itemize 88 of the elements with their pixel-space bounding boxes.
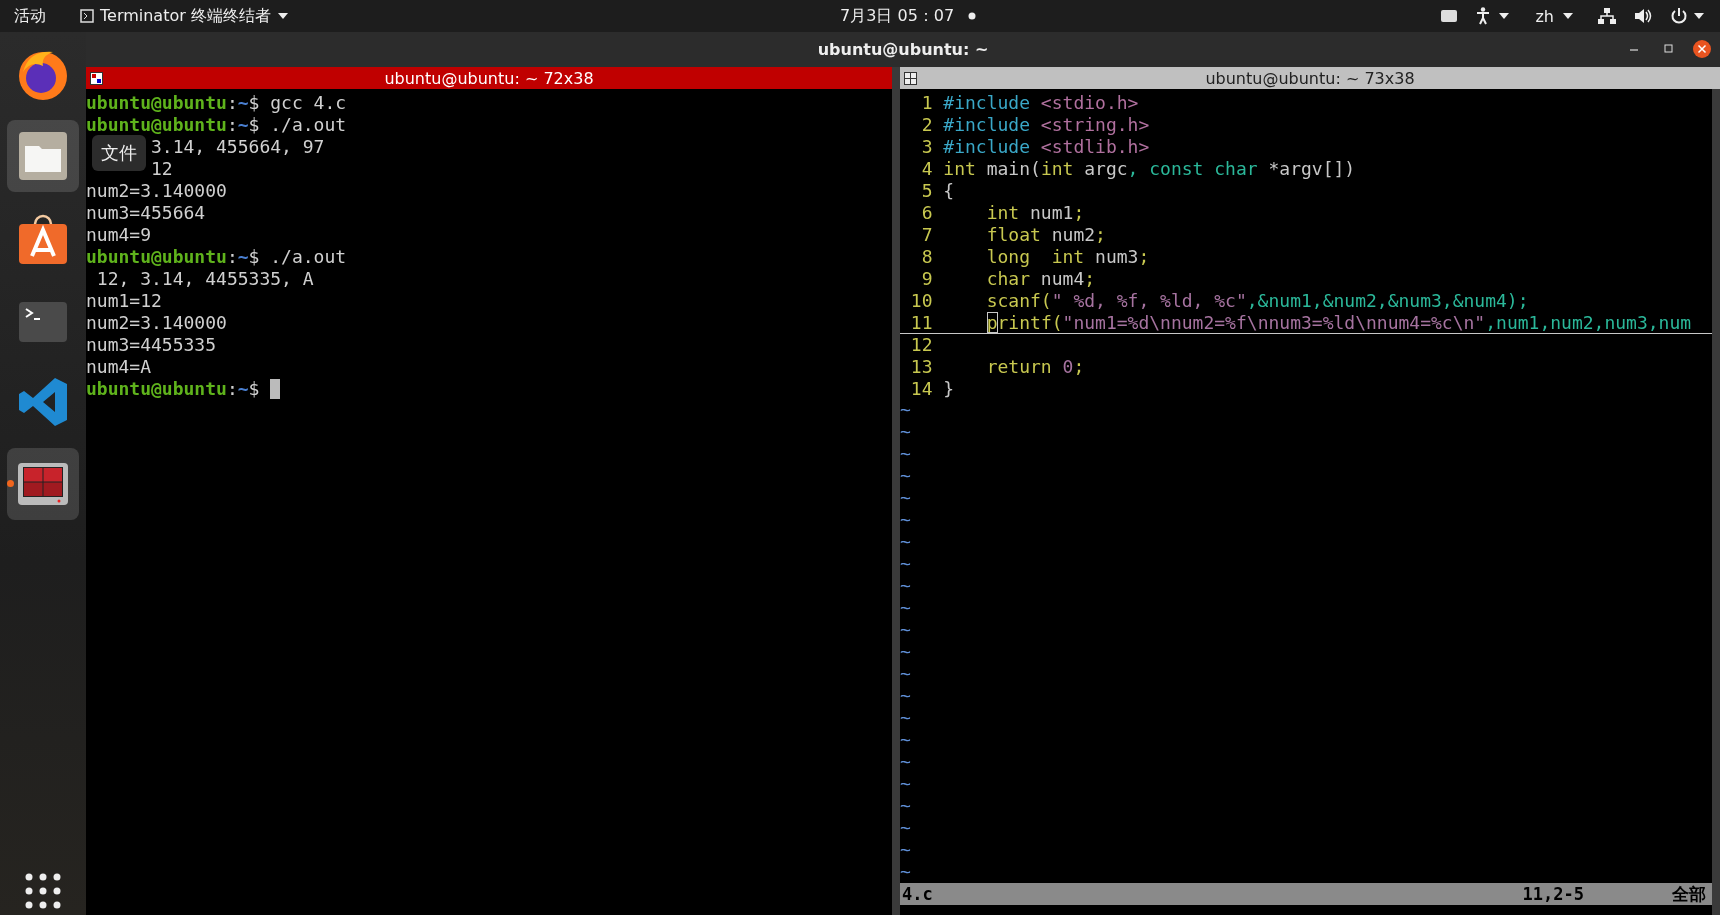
empty-line-marker: ~ bbox=[900, 642, 911, 664]
empty-line-marker: ~ bbox=[900, 554, 911, 576]
empty-line-marker: ~ bbox=[900, 488, 911, 510]
line-number: 11 bbox=[909, 312, 933, 333]
grid-icon[interactable] bbox=[904, 72, 917, 85]
empty-line-marker: ~ bbox=[900, 818, 911, 840]
empty-line-marker: ~ bbox=[900, 510, 911, 532]
activities-button[interactable]: 活动 bbox=[14, 5, 46, 27]
line-number: 14 bbox=[909, 378, 933, 400]
line-number: 1 bbox=[920, 92, 933, 114]
line-number: 7 bbox=[920, 224, 933, 246]
code-line: } bbox=[943, 378, 955, 400]
terminal-line: ubuntu@ubuntu:~$ ./a.out bbox=[86, 246, 347, 268]
volume-icon[interactable] bbox=[1634, 8, 1652, 24]
tooltip: 文件 bbox=[92, 135, 146, 171]
caret-icon bbox=[1562, 12, 1574, 20]
code-line: return 0; bbox=[985, 356, 1085, 378]
empty-line-marker: ~ bbox=[900, 444, 911, 466]
dock-item[interactable] bbox=[7, 448, 79, 520]
terminal-line: 12, 3.14, 4455335, A bbox=[95, 268, 314, 290]
code-line: { bbox=[943, 180, 955, 202]
code-line: int num1; bbox=[985, 202, 1085, 224]
empty-line-marker: ~ bbox=[900, 422, 911, 444]
app-menu[interactable]: Terminator 终端终结者 bbox=[80, 5, 289, 27]
terminal-icon bbox=[80, 9, 94, 23]
code-line: float num2; bbox=[985, 224, 1106, 246]
line-number: 10 bbox=[909, 290, 933, 312]
app-grid-icon[interactable] bbox=[23, 871, 63, 911]
pane-title: ubuntu@ubuntu: ~ 73x38 bbox=[1205, 68, 1415, 88]
terminal-line: num3=455664 bbox=[86, 202, 206, 224]
terminal-line: ubuntu@ubuntu:~$ bbox=[86, 378, 261, 400]
scroll-position: 全部 bbox=[1672, 882, 1706, 906]
pane-title: ubuntu@ubuntu: ~ 72x38 bbox=[384, 68, 594, 88]
line-number: 2 bbox=[920, 114, 933, 136]
accessibility-icon[interactable] bbox=[1475, 7, 1512, 25]
line-number: 5 bbox=[920, 180, 933, 202]
line-number: 12 bbox=[909, 334, 933, 356]
code-line: scanf(" %d, %f, %ld, %c",&num1,&num2,&num3,&num4); bbox=[985, 290, 1529, 312]
grid-icon[interactable] bbox=[90, 72, 103, 85]
empty-line-marker: ~ bbox=[900, 400, 911, 422]
empty-line-marker: ~ bbox=[900, 708, 911, 730]
empty-line-marker: ~ bbox=[900, 686, 911, 708]
line-number: 8 bbox=[920, 246, 933, 268]
dock-item[interactable] bbox=[7, 120, 79, 192]
line-number: 3 bbox=[920, 136, 933, 158]
code-line: char num4; bbox=[985, 268, 1096, 290]
power-icon[interactable] bbox=[1670, 7, 1706, 25]
code-line: long int num3; bbox=[985, 246, 1150, 268]
empty-line-marker: ~ bbox=[900, 664, 911, 686]
terminal-line: 12 bbox=[151, 158, 173, 180]
terminal-line: ubuntu@ubuntu:~$ gcc 4.c bbox=[86, 92, 347, 114]
terminal-line: num3=4455335 bbox=[86, 334, 217, 356]
empty-line-marker: ~ bbox=[900, 774, 911, 796]
language-menu[interactable]: zh bbox=[1529, 6, 1580, 26]
empty-line-marker: ~ bbox=[900, 620, 911, 642]
empty-line-marker: ~ bbox=[900, 576, 911, 598]
empty-line-marker: ~ bbox=[900, 840, 911, 862]
code-line: #include <stdlib.h> bbox=[943, 136, 1150, 158]
empty-line-marker: ~ bbox=[900, 796, 911, 818]
empty-line-marker: ~ bbox=[900, 730, 911, 752]
file-name: 4.c bbox=[902, 884, 933, 904]
empty-line-marker: ~ bbox=[900, 532, 911, 554]
terminal-line: num2=3.140000 bbox=[86, 312, 227, 334]
empty-line-marker: ~ bbox=[900, 752, 911, 774]
empty-line-marker: ~ bbox=[900, 466, 911, 488]
code-line: #include <string.h> bbox=[943, 114, 1150, 136]
terminal-line: ubuntu@ubuntu:~$ ./a.out bbox=[86, 114, 347, 136]
window-title: ubuntu@ubuntu: ~ bbox=[817, 40, 989, 59]
code-line: printf("num1=%d\nnum2=%f\nnum3=%ld\nnum4=%c\n",num1,num2,num3,num bbox=[985, 312, 1692, 333]
terminal-line: num2=3.140000 bbox=[86, 180, 227, 202]
terminal-line: num4=9 bbox=[86, 224, 152, 246]
terminal-line: num1=12 bbox=[86, 290, 162, 312]
cursor-position: 11,2-5 bbox=[1522, 884, 1584, 904]
network-icon[interactable] bbox=[1598, 8, 1616, 24]
terminal-line: num4=A bbox=[86, 356, 152, 378]
keyboard-icon[interactable] bbox=[1441, 10, 1458, 22]
clock[interactable]: 7月3日 05：07 bbox=[840, 5, 955, 27]
empty-line-marker: ~ bbox=[900, 862, 911, 883]
close-icon[interactable] bbox=[1692, 39, 1712, 59]
terminal-line: 3.14, 455664, 97 bbox=[151, 136, 325, 158]
code-line: #include <stdio.h> bbox=[943, 92, 1139, 114]
line-number: 4 bbox=[920, 158, 933, 180]
code-line: int main(int argc, const char *argv[]) bbox=[943, 158, 1356, 180]
caret-icon bbox=[276, 12, 289, 20]
line-number: 13 bbox=[909, 356, 933, 378]
line-number: 9 bbox=[920, 268, 933, 290]
line-number: 6 bbox=[920, 202, 933, 224]
empty-line-marker: ~ bbox=[900, 598, 911, 620]
